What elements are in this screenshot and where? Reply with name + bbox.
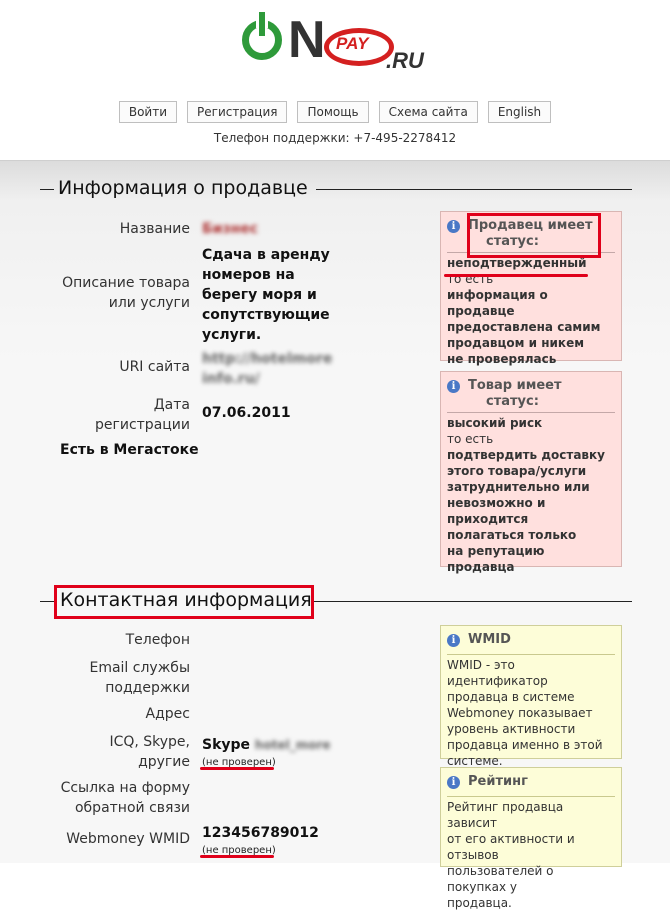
phone-label: Телефон [125, 632, 190, 648]
uri-value[interactable]: http://hotelmore info.ru/ [202, 349, 332, 389]
wmid-label: Webmoney WMID [66, 831, 190, 847]
highlight-underline-wmid [200, 855, 274, 858]
support-phone: Телефон поддержки: +7-495-2278412 [213, 131, 457, 145]
info-icon: i [447, 634, 460, 647]
uri-label: URI сайта [119, 359, 190, 375]
main-content: Информация о продавце Название Бизнес Оп… [0, 160, 670, 910]
description-label: Описание товара или услуги [62, 275, 190, 311]
highlight-box-contact-title [54, 585, 314, 619]
info-icon: i [447, 776, 460, 789]
highlight-underline-status [444, 274, 588, 277]
logo-pay-text: PAY [336, 34, 369, 53]
top-navigation: Войти Регистрация Помощь Схема сайта Eng… [0, 101, 670, 123]
description-value: Сдача в аренду номеров на берегу моря и … [202, 247, 330, 343]
address-label: Адрес [145, 706, 190, 722]
registration-date-value: 07.06.2011 [202, 405, 291, 421]
onpay-logo[interactable]: N PAY .RU [236, 8, 436, 74]
goods-status-title: Товар имеет статус: [468, 378, 562, 409]
highlight-box-seller-status [467, 213, 601, 258]
wmid-box-text: WMID - это идентификатор продавца в сист… [447, 658, 603, 768]
section-rule-right [314, 601, 632, 602]
rating-info-box: i Рейтинг Рейтинг продавца зависит от ег… [440, 767, 622, 910]
name-label: Название [119, 221, 190, 237]
registration-date-label: Дата регистрации [95, 397, 190, 433]
logo-letter-n: N [288, 11, 326, 69]
nav-help-button[interactable]: Помощь [297, 101, 369, 123]
support-email-label: Email службы поддержки [89, 660, 190, 696]
page-header: N PAY .RU Войти Регистрация Помощь Схема… [0, 0, 670, 160]
nav-english-button[interactable]: English [487, 101, 552, 123]
seller-section-title: Информация о продавце [58, 177, 308, 199]
goods-status-explanation: подтвердить доставку этого товара/услуги… [447, 448, 605, 574]
name-value: Бизнес [202, 221, 259, 237]
info-icon: i [447, 380, 460, 393]
rating-box-text: Рейтинг продавца зависит от его активнос… [447, 800, 575, 910]
wmid-info-box: i WMID WMID - это идентификатор продавца… [440, 625, 622, 768]
messengers-label: ICQ, Skype, другие [109, 734, 190, 770]
wmid-box-title: WMID [468, 632, 511, 647]
goods-status-value: высокий риск [447, 416, 543, 430]
seller-status-explanation: информация о продавце предоставлена сами… [447, 288, 601, 366]
rating-box-title: Рейтинг [468, 774, 528, 789]
section-rule-right [316, 189, 632, 190]
goods-status-box: i Товар имеет статус: высокий риск то ес… [440, 371, 622, 574]
info-icon: i [447, 220, 460, 233]
section-rule-left [40, 189, 54, 190]
logo-ru-text: .RU [386, 48, 424, 73]
nav-login-button[interactable]: Войти [118, 101, 178, 123]
nav-sitemap-button[interactable]: Схема сайта [378, 101, 478, 123]
feedback-link-label: Ссылка на форму обратной связи [60, 780, 190, 816]
highlight-underline-skype [200, 767, 274, 770]
goods-status-to-est: то есть [447, 432, 494, 446]
nav-register-button[interactable]: Регистрация [187, 101, 288, 123]
megastock-note: Есть в Мегастоке [60, 442, 199, 458]
section-rule-left [40, 601, 54, 602]
